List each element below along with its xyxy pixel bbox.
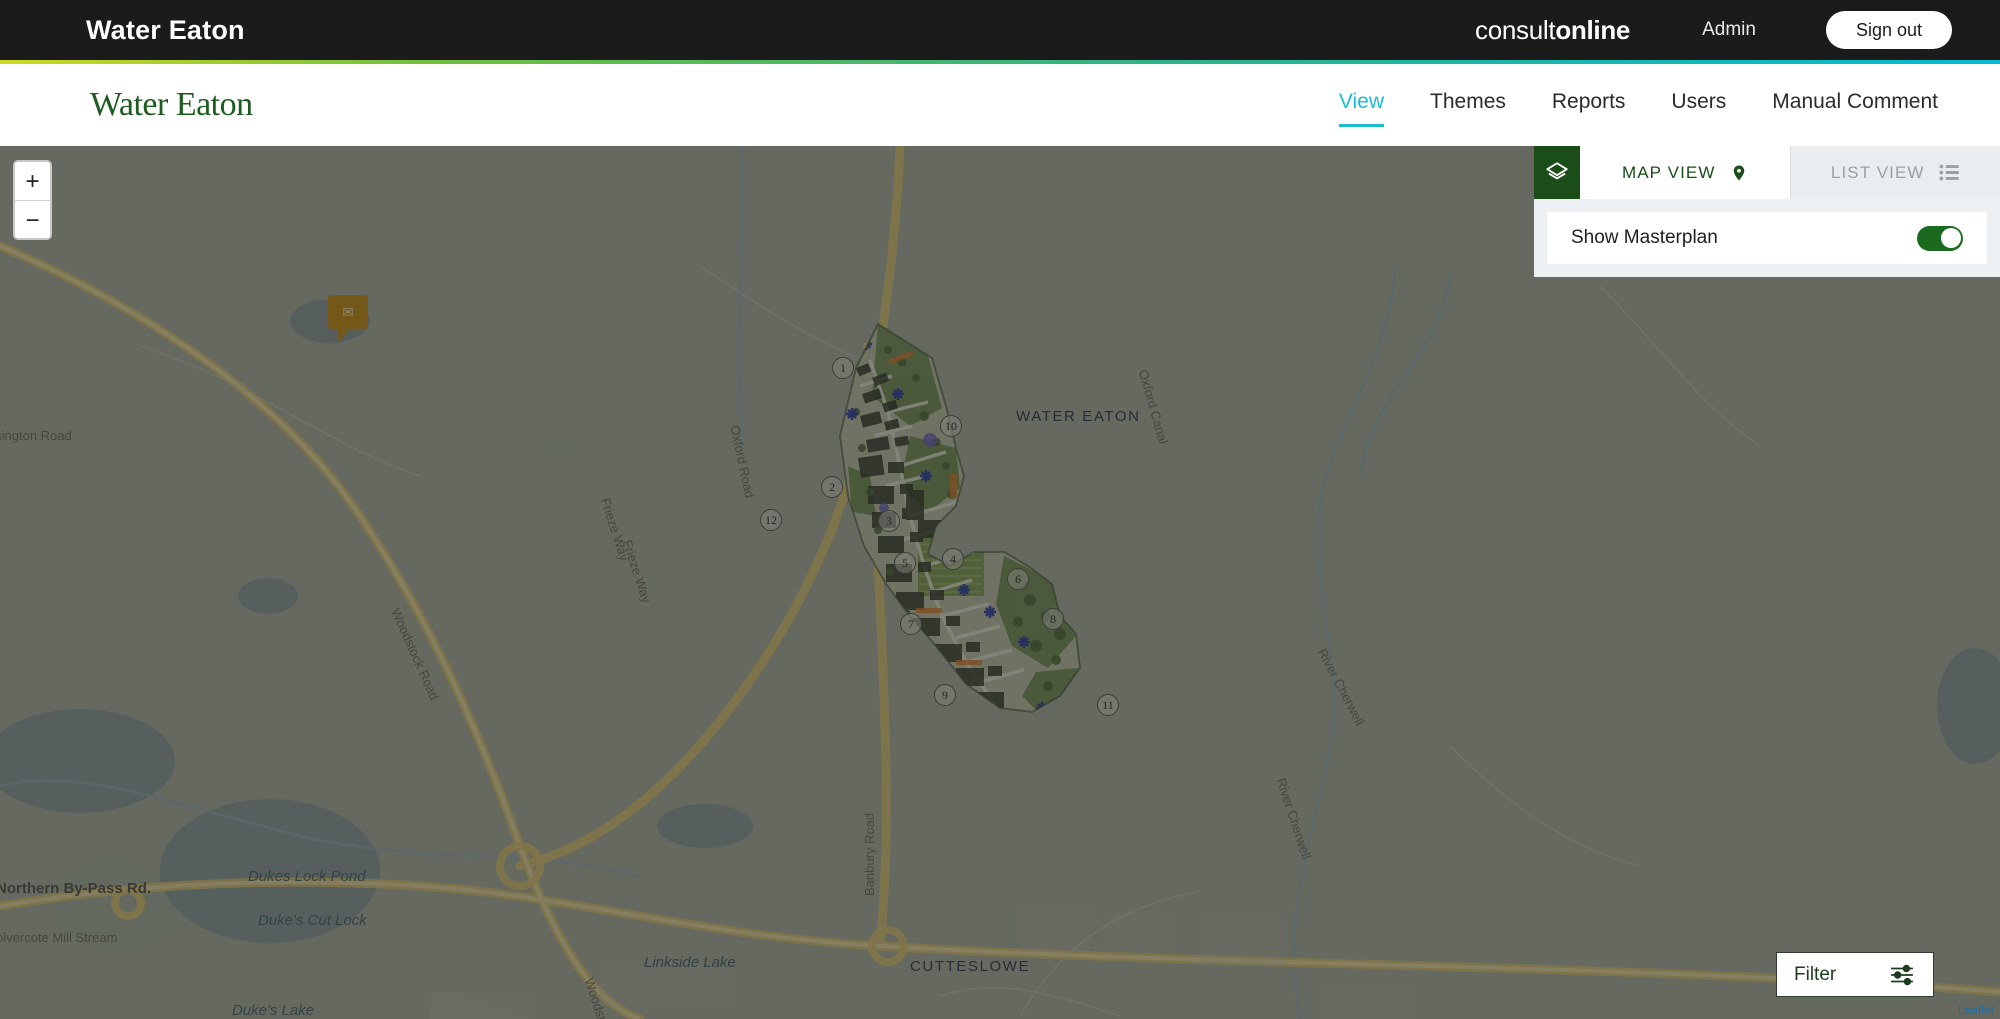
zoom-in-button[interactable]: + [15,162,50,200]
map-view-tabs: MAP VIEW LIST VIEW [1534,146,2000,199]
top-bar: Water Eaton consultonline Admin Sign out [0,0,2000,60]
consultonline-logo: consultonline [1475,15,1630,46]
brand-bold: online [1555,14,1631,45]
filter-button-label: Filter [1794,963,1837,985]
comment-pin-icon: ✉ [342,304,354,320]
sign-out-button[interactable]: Sign out [1825,11,1952,49]
list-icon [1939,164,1959,181]
masterplan-overlay[interactable] [760,316,1200,786]
tab-list-view-label: LIST VIEW [1830,162,1925,182]
zoom-out-button[interactable]: − [15,200,50,238]
main-nav-bar: Water Eaton View Themes Reports Users Ma… [0,64,2000,146]
page-title: Water Eaton [86,14,245,45]
map-water-label-wolvercote-mill-stream: Wolvercote Mill Stream [0,930,118,945]
map-road-label-northern-bypass: Northern By-Pass Rd. [0,880,152,897]
show-masterplan-row[interactable]: Show Masterplan [1547,212,1987,264]
map-control-panel: MAP VIEW LIST VIEW Show Masterplan [1534,146,2000,277]
nav-item-view[interactable]: View [1338,84,1385,127]
tab-map-view[interactable]: MAP VIEW [1580,146,1791,199]
masterplan-marker-10[interactable]: 10 [940,415,962,437]
comment-pin-marker[interactable]: ✉ [328,295,368,342]
accent-gradient-stripe [0,60,2000,64]
nav-item-users[interactable]: Users [1671,84,1726,127]
layers-toggle-button[interactable] [1534,146,1580,199]
map-road-label-kensington-road: Kensington Road [0,428,72,443]
admin-label[interactable]: Admin [1702,19,1756,41]
tab-list-view[interactable]: LIST VIEW [1790,146,2000,199]
map-water-label-dukes-lock-pond: Dukes Lock Pond [248,868,366,885]
masterplan-marker-2[interactable]: 2 [821,476,843,498]
map-control-panel-body: Show Masterplan [1534,199,2000,277]
masterplan-marker-4[interactable]: 4 [942,548,964,570]
map-pin-icon [1733,165,1744,180]
masterplan-marker-6[interactable]: 6 [1007,568,1029,590]
map-water-label-linkside-lake: Linkside Lake [644,954,736,971]
masterplan-marker-3[interactable]: 3 [878,510,900,532]
map-zoom-control[interactable]: + − [13,160,52,240]
show-masterplan-toggle[interactable] [1917,225,1963,251]
masterplan-marker-12[interactable]: 12 [760,509,782,531]
toggle-knob [1940,228,1961,248]
masterplan-marker-9[interactable]: 9 [934,684,956,706]
tab-map-view-label: MAP VIEW [1621,162,1716,182]
brand-regular: consult [1475,14,1556,45]
site-logo[interactable]: Water Eaton [90,86,253,124]
masterplan-marker-5[interactable]: 5 [894,552,916,574]
sliders-icon [1891,964,1913,985]
map-water-label-dukes-lake: Duke's Lake [232,1002,315,1019]
nav-links: View Themes Reports Users Manual Comment [1293,84,1938,127]
masterplan-marker-1[interactable]: 1 [832,357,854,379]
map-place-label-water-eaton: WATER EATON [1016,408,1141,425]
nav-item-themes[interactable]: Themes [1430,84,1506,127]
leaflet-attribution[interactable]: Leaflet [1958,1003,1994,1017]
masterplan-marker-7[interactable]: 7 [900,613,922,635]
map-water-label-dukes-cut-lock: Duke's Cut Lock [258,912,367,929]
map-container[interactable]: WATER EATON CUTTESLOWE Dukes Lock Pond D… [0,146,2000,1019]
top-bar-right: consultonline Admin Sign out [1475,11,1952,49]
nav-item-manual-comment[interactable]: Manual Comment [1772,84,1938,127]
map-road-label-banbury-road: Banbury Road [862,812,877,896]
masterplan-marker-8[interactable]: 8 [1042,608,1064,630]
masterplan-marker-11[interactable]: 11 [1097,694,1119,716]
show-masterplan-label: Show Masterplan [1571,227,1718,248]
map-place-label-cutteslowe: CUTTESLOWE [910,958,1031,975]
filter-button[interactable]: Filter [1776,952,1934,997]
nav-item-reports[interactable]: Reports [1552,84,1626,127]
layers-icon [1546,161,1568,179]
